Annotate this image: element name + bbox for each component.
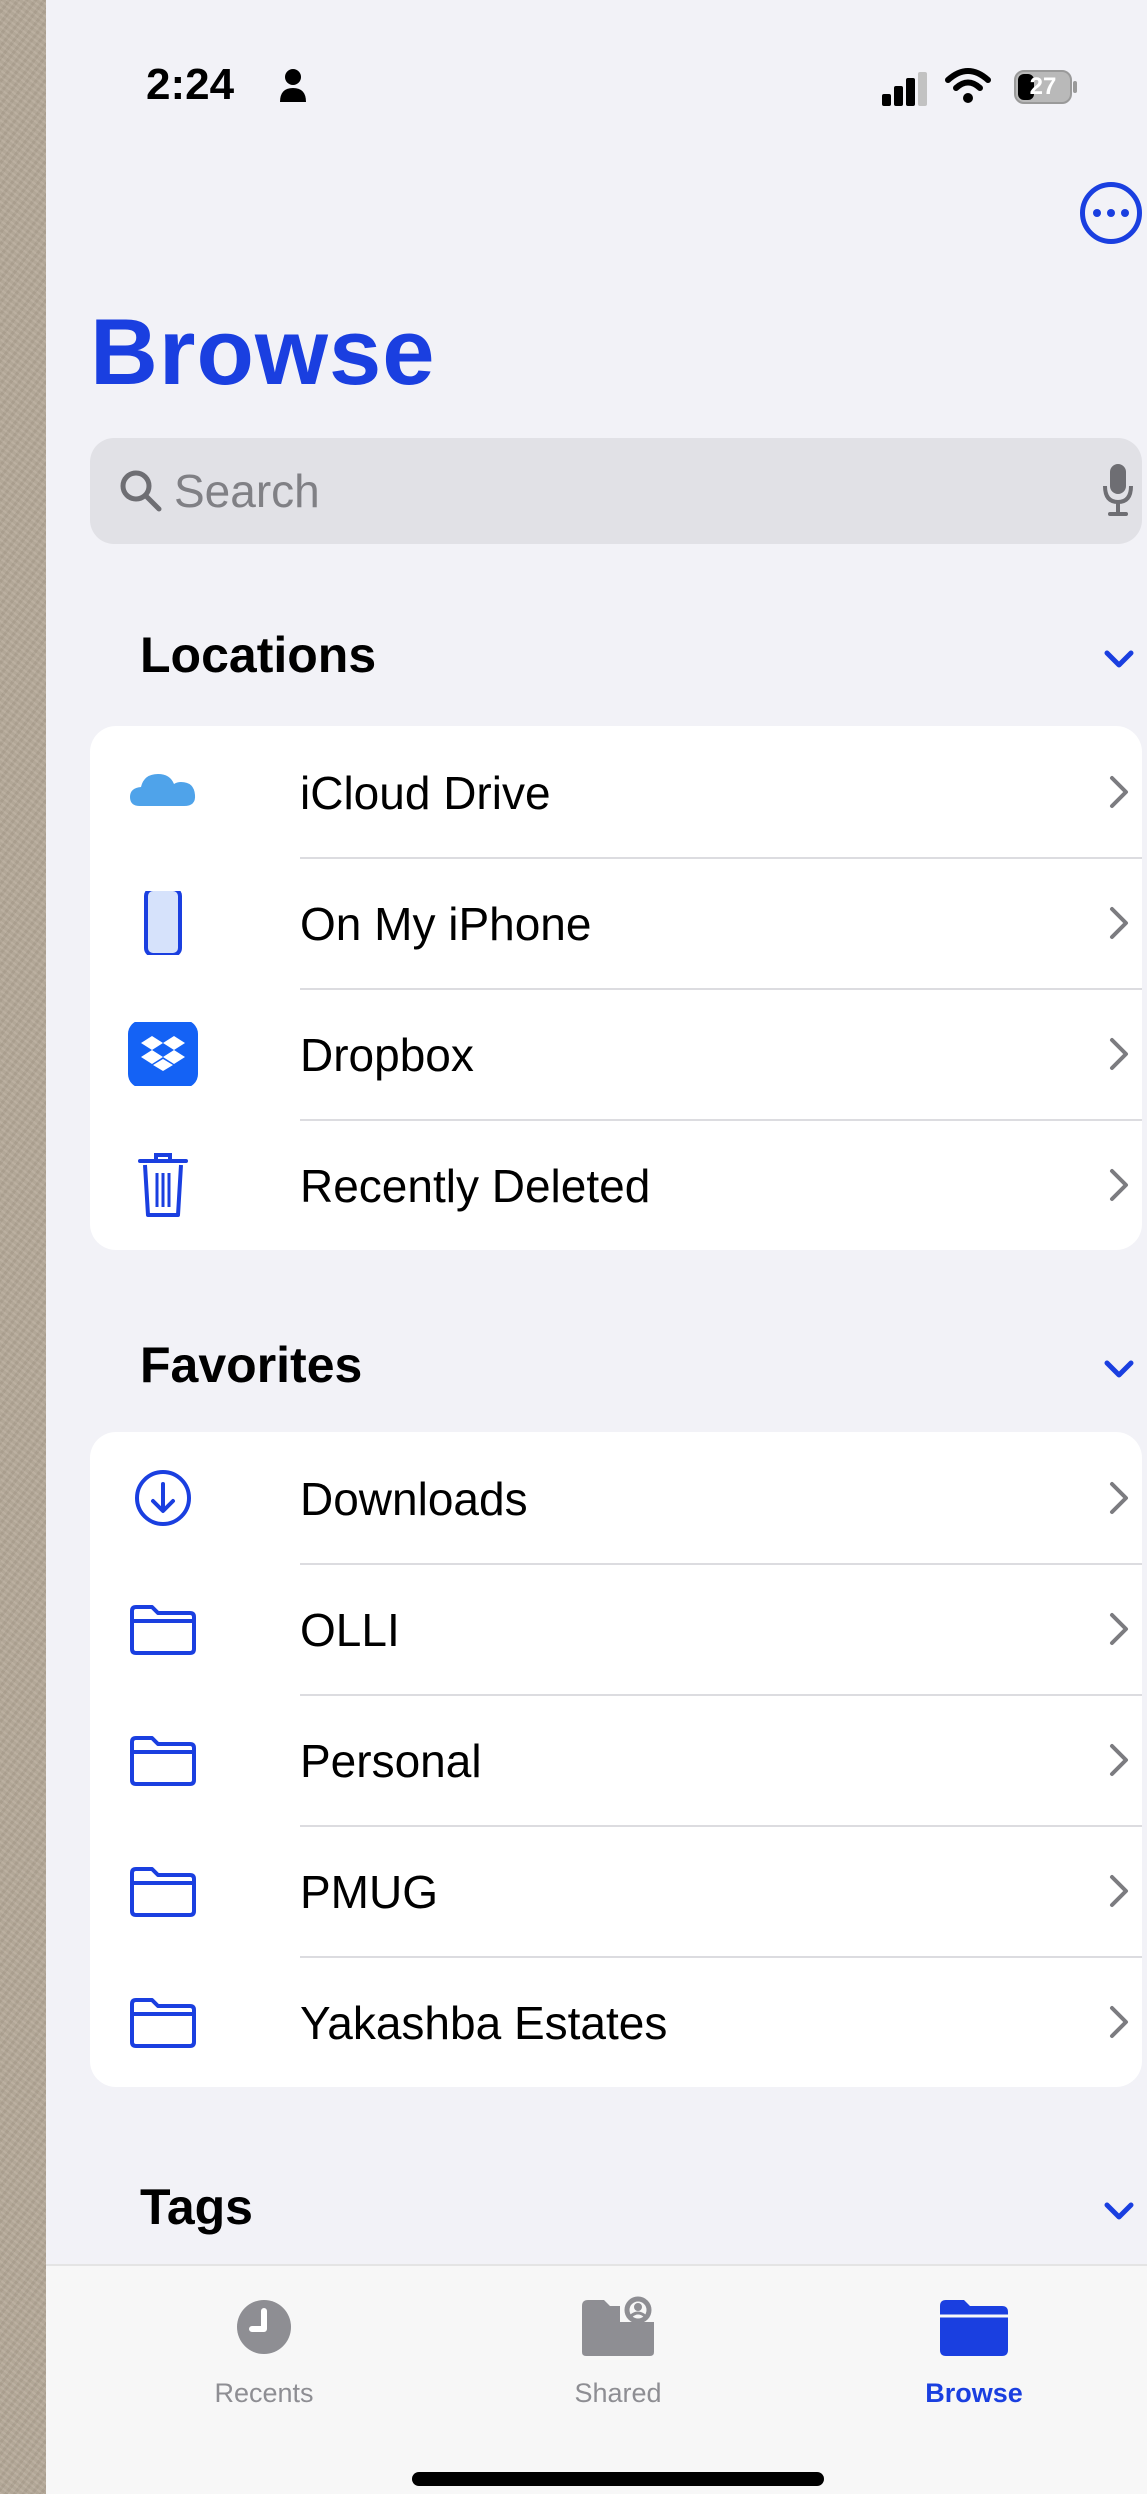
row-label: iCloud Drive <box>300 767 551 819</box>
tab-label: Recents <box>214 2378 314 2408</box>
row-label: Dropbox <box>300 1029 474 1081</box>
favorite-item-personal[interactable]: Personal <box>90 1694 1142 1825</box>
folder-fill-icon <box>940 2300 1008 2356</box>
favorites-header: Favorites <box>140 1337 363 1393</box>
location-item-on-my-iphone[interactable]: On My iPhone <box>90 857 1142 988</box>
search-input[interactable] <box>174 438 1034 544</box>
folder-icon <box>130 1998 196 2048</box>
tags-header: Tags <box>140 2179 253 2235</box>
favorite-item-downloads[interactable]: Downloads <box>90 1432 1142 1563</box>
signal-icon <box>882 72 927 106</box>
ellipsis-dot <box>1093 209 1101 217</box>
locations-header: Locations <box>140 627 377 683</box>
row-label: On My iPhone <box>300 898 592 950</box>
tab-browse[interactable]: Browse <box>844 2266 1104 2416</box>
location-item-recently-deleted[interactable]: Recently Deleted <box>90 1119 1142 1250</box>
ellipsis-dot <box>1107 209 1115 217</box>
download-icon <box>135 1470 191 1526</box>
locations-list: iCloud Drive On My iPhone Dropbox Recent… <box>90 726 1142 1250</box>
tab-label: Shared <box>574 2378 662 2408</box>
chevron-right-icon <box>1110 1613 1128 1645</box>
folder-icon <box>130 1867 196 1917</box>
row-label: Yakashba Estates <box>300 1997 668 2049</box>
tab-label: Browse <box>925 2378 1023 2408</box>
location-item-icloud-drive[interactable]: iCloud Drive <box>90 726 1142 857</box>
chevron-right-icon <box>1110 1482 1128 1514</box>
wifi-icon <box>945 68 991 103</box>
favorites-list: Downloads OLLI Personal PMUG Yakashba Es… <box>90 1432 1142 2087</box>
chevron-right-icon <box>1110 2006 1128 2038</box>
tab-bar: Recents Shared Browse <box>46 2264 1147 2494</box>
tab-shared[interactable]: Shared <box>488 2266 748 2416</box>
row-label: Downloads <box>300 1473 528 1525</box>
folder-icon <box>130 1605 196 1655</box>
files-app-screen: 2:24 27 Browse Search Locations iCloud D… <box>46 0 1147 2494</box>
favorite-item-olli[interactable]: OLLI <box>90 1563 1142 1694</box>
row-label: OLLI <box>300 1604 400 1656</box>
row-label: Personal <box>300 1735 482 1787</box>
chevron-down-icon[interactable] <box>1102 1358 1136 1380</box>
more-options-button[interactable] <box>1080 182 1142 244</box>
dropbox-icon <box>128 1022 198 1086</box>
search-bar[interactable] <box>90 438 1142 544</box>
favorite-item-yakashba-estates[interactable]: Yakashba Estates <box>90 1956 1142 2087</box>
chevron-right-icon <box>1110 1875 1128 1907</box>
person-icon <box>280 69 306 102</box>
chevron-right-icon <box>1110 1169 1128 1201</box>
shared-folder-icon <box>582 2296 654 2356</box>
page-title: Browse <box>90 299 436 404</box>
status-time: 2:24 <box>146 60 235 109</box>
chevron-down-icon[interactable] <box>1102 2200 1136 2222</box>
trash-icon <box>138 1153 188 1217</box>
status-bar: 2:24 27 <box>46 0 1147 170</box>
chevron-right-icon <box>1110 1744 1128 1776</box>
tab-recents[interactable]: Recents <box>134 2266 394 2416</box>
chevron-right-icon <box>1110 776 1128 808</box>
home-indicator[interactable] <box>412 2472 824 2486</box>
clock-icon <box>237 2300 291 2354</box>
microphone-icon[interactable] <box>1102 462 1134 518</box>
row-label: Recently Deleted <box>300 1160 651 1212</box>
chevron-down-icon[interactable] <box>1102 648 1136 670</box>
search-icon <box>120 470 162 512</box>
battery-level: 27 <box>1029 73 1057 100</box>
favorite-item-pmug[interactable]: PMUG <box>90 1825 1142 1956</box>
chevron-right-icon <box>1110 1038 1128 1070</box>
row-label: PMUG <box>300 1866 438 1918</box>
location-item-dropbox[interactable]: Dropbox <box>90 988 1142 1119</box>
chevron-right-icon <box>1110 907 1128 939</box>
ellipsis-dot <box>1121 209 1129 217</box>
iphone-icon <box>144 891 182 955</box>
icloud-icon <box>130 774 196 806</box>
folder-icon <box>130 1736 196 1786</box>
